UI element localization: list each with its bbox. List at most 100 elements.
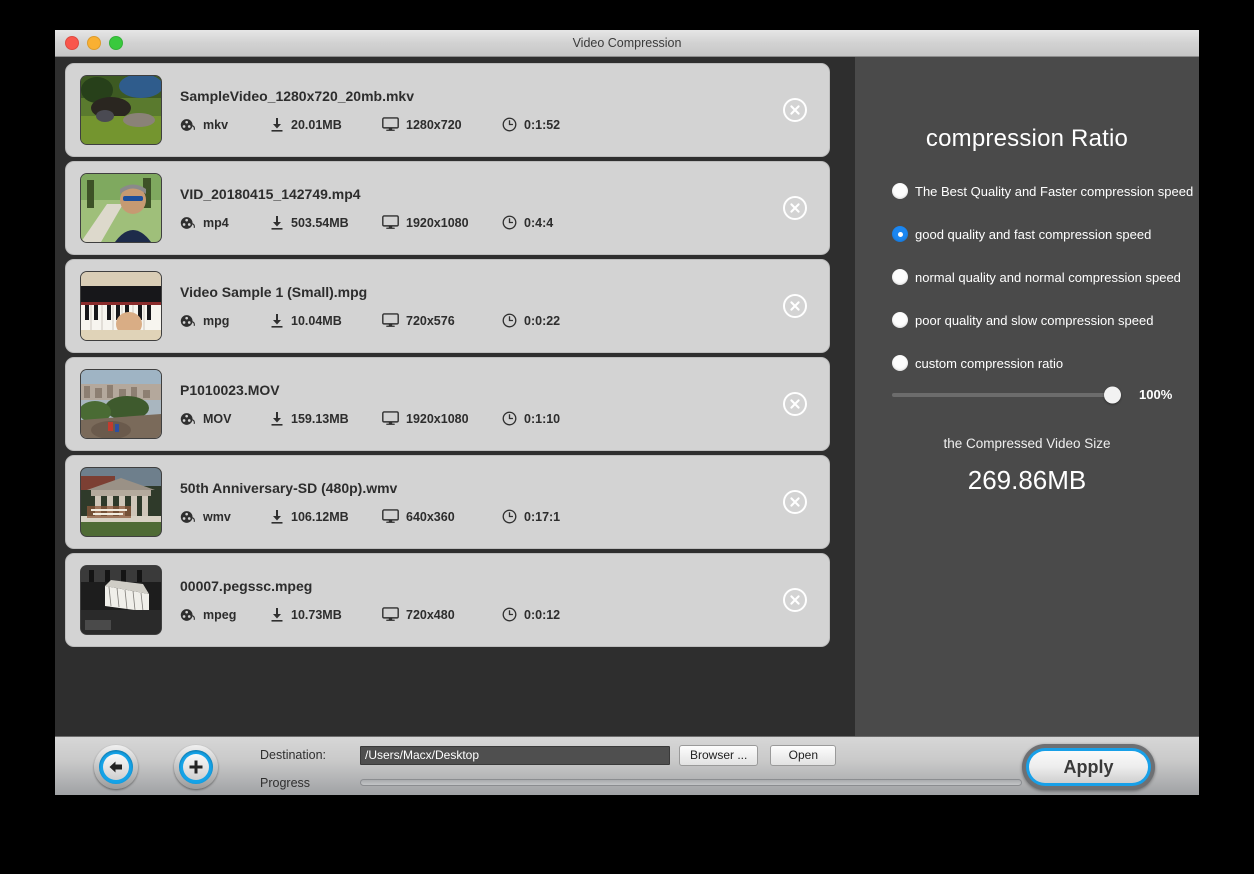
apply-button[interactable]: Apply (1022, 744, 1155, 790)
video-list-item[interactable]: VID_20180415_142749.mp4 mp4 503.54MB 1920x1… (65, 161, 830, 255)
video-thumbnail (80, 467, 162, 537)
video-list: SampleVideo_1280x720_20mb.mkv mkv 20.01MB 1… (55, 63, 840, 647)
compressed-size-value: 269.86MB (967, 465, 1087, 495)
video-size-value: 503.54MB (291, 215, 349, 230)
custom-ratio-slider-row: 100% (855, 386, 1199, 403)
destination-label: Destination: (260, 748, 327, 762)
video-meta: SampleVideo_1280x720_20mb.mkv mkv 20.01MB 1… (180, 88, 815, 132)
video-resolution-value: 1920x1080 (406, 215, 469, 230)
download-icon (270, 411, 284, 426)
video-resolution-value: 720x480 (406, 607, 455, 622)
browser-button[interactable]: Browser ... (679, 744, 759, 766)
film-reel-icon (180, 412, 196, 426)
video-filename: 50th Anniversary-SD (480p).wmv (180, 480, 398, 496)
video-resolution: 1920x1080 (382, 215, 502, 230)
destination-input[interactable] (360, 745, 670, 765)
video-list-pane: SampleVideo_1280x720_20mb.mkv mkv 20.01MB 1… (55, 57, 840, 736)
compression-option-1[interactable]: good quality and fast compression speed (892, 226, 1199, 242)
back-button[interactable] (94, 745, 138, 789)
open-button[interactable]: Open (770, 744, 837, 766)
clock-icon (502, 411, 517, 426)
film-reel-icon (180, 314, 196, 328)
video-compression-window: Video Compression SampleVideo_1280x720_2… (55, 30, 1199, 795)
video-resolution: 640x360 (382, 509, 502, 524)
radio-button[interactable] (892, 269, 908, 285)
video-filename: Video Sample 1 (Small).mpg (180, 284, 368, 300)
video-list-item[interactable]: Video Sample 1 (Small).mpg mpg 10.04MB 720x… (65, 259, 830, 353)
back-button-ring (99, 750, 133, 784)
video-resolution: 1280x720 (382, 117, 502, 132)
video-filename: VID_20180415_142749.mp4 (180, 186, 361, 202)
radio-button[interactable] (892, 355, 908, 371)
video-size-value: 20.01MB (291, 117, 342, 132)
remove-video-button[interactable] (783, 588, 807, 612)
monitor-icon (382, 411, 399, 426)
video-duration-value: 0:0:12 (524, 607, 561, 622)
add-video-button[interactable] (174, 745, 218, 789)
video-attributes: mp4 503.54MB 1920x1080 0:4:4 (180, 215, 815, 230)
video-filename: P1010023.MOV (180, 382, 280, 398)
progress-bar (360, 779, 1022, 786)
video-size-value: 106.12MB (291, 509, 349, 524)
remove-video-button[interactable] (783, 294, 807, 318)
slider-knob[interactable] (1104, 386, 1121, 403)
compression-option-0[interactable]: The Best Quality and Faster compression … (892, 183, 1199, 199)
compression-option-label: good quality and fast compression speed (915, 226, 1152, 242)
video-resolution-value: 720x576 (406, 313, 455, 328)
compression-option-label: poor quality and slow compression speed (915, 312, 1154, 328)
remove-video-button[interactable] (783, 490, 807, 514)
apply-button-wrapper: Apply (1022, 744, 1155, 790)
video-format-value: mp4 (203, 215, 229, 230)
video-duration-value: 0:0:22 (524, 313, 561, 328)
video-format-value: MOV (203, 411, 232, 426)
video-thumbnail (80, 271, 162, 341)
download-icon (270, 313, 284, 328)
list-scrollbar[interactable] (840, 57, 855, 736)
custom-ratio-slider[interactable] (892, 386, 1121, 403)
remove-video-button[interactable] (783, 196, 807, 220)
video-size: 159.13MB (270, 411, 382, 426)
clock-icon (502, 607, 517, 622)
video-format: MOV (180, 412, 270, 426)
video-meta: P1010023.MOV MOV 159.13MB 1920x1080 0:1:10 (180, 382, 815, 426)
video-list-item[interactable]: 00007.pegssc.mpeg mpeg 10.73MB 720x480 0:0:1… (65, 553, 830, 647)
video-duration: 0:1:10 (502, 411, 592, 426)
video-duration-value: 0:1:52 (524, 117, 561, 132)
video-size: 10.04MB (270, 313, 382, 328)
monitor-icon (382, 215, 399, 230)
remove-video-button[interactable] (783, 98, 807, 122)
video-format: wmv (180, 510, 270, 524)
compression-option-label: custom compression ratio (915, 355, 1064, 371)
video-format: mkv (180, 118, 270, 132)
video-meta: 50th Anniversary-SD (480p).wmv wmv 106.12M… (180, 480, 815, 524)
video-thumbnail (80, 173, 162, 243)
video-thumbnail (80, 565, 162, 635)
progress-label: Progress (260, 775, 311, 790)
radio-button[interactable] (892, 226, 908, 242)
apply-button-ring: Apply (1026, 748, 1151, 786)
video-attributes: mpeg 10.73MB 720x480 0:0:12 (180, 607, 815, 622)
compression-option-3[interactable]: poor quality and slow compression speed (892, 312, 1199, 328)
monitor-icon (382, 607, 399, 622)
video-list-item[interactable]: 50th Anniversary-SD (480p).wmv wmv 106.12M… (65, 455, 830, 549)
compression-option-4[interactable]: custom compression ratio (892, 355, 1199, 371)
video-thumbnail (80, 369, 162, 439)
radio-button[interactable] (892, 183, 908, 199)
film-reel-icon (180, 216, 196, 230)
video-list-item[interactable]: P1010023.MOV MOV 159.13MB 1920x1080 0:1:10 (65, 357, 830, 451)
video-resolution: 1920x1080 (382, 411, 502, 426)
radio-button[interactable] (892, 312, 908, 328)
add-button-ring (179, 750, 213, 784)
video-format-value: wmv (203, 509, 231, 524)
video-meta: 00007.pegssc.mpeg mpeg 10.73MB 720x480 0:0:1… (180, 578, 815, 622)
main-content: SampleVideo_1280x720_20mb.mkv mkv 20.01MB 1… (55, 57, 1199, 736)
video-format: mpeg (180, 608, 270, 622)
remove-video-button[interactable] (783, 392, 807, 416)
compression-option-2[interactable]: normal quality and normal compression sp… (892, 269, 1199, 285)
download-icon (270, 215, 284, 230)
video-attributes: MOV 159.13MB 1920x1080 0:1:10 (180, 411, 815, 426)
video-meta: VID_20180415_142749.mp4 mp4 503.54MB 1920x1… (180, 186, 815, 230)
video-format: mpg (180, 314, 270, 328)
video-attributes: wmv 106.12MB 640x360 0:17:1 (180, 509, 815, 524)
video-list-item[interactable]: SampleVideo_1280x720_20mb.mkv mkv 20.01MB 1… (65, 63, 830, 157)
